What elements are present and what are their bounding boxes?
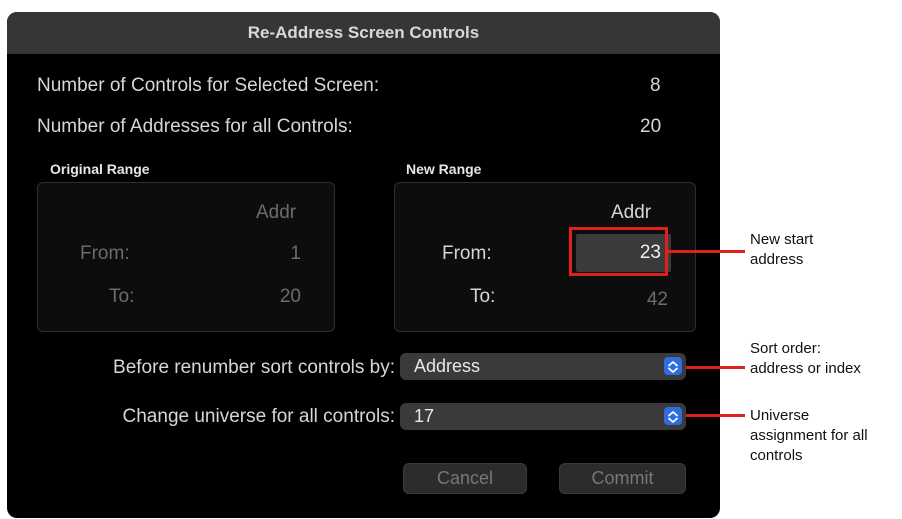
controls-count-label: Number of Controls for Selected Screen: (37, 75, 380, 96)
annotation-sort-order: Sort order: address or index (750, 339, 861, 379)
sort-order-select[interactable]: Address (400, 353, 686, 380)
addresses-count-value: 20 (640, 116, 662, 137)
chevron-up-down-icon[interactable] (664, 407, 682, 425)
sort-order-value: Address (414, 356, 481, 376)
cancel-button[interactable]: Cancel (403, 463, 527, 494)
original-range-box: Addr From: 1 To: 20 (37, 182, 335, 332)
annotation-line: New start (750, 231, 814, 248)
callout-line-sort (686, 366, 745, 369)
universe-select[interactable]: 17 (400, 403, 686, 430)
annotation-line: address (750, 251, 804, 268)
original-range-title: Original Range (50, 161, 150, 177)
annotation-universe: Universe assignment for all controls (750, 406, 868, 466)
sort-label: Before renumber sort controls by: (113, 357, 395, 378)
annotation-start-address: New start address (750, 230, 813, 270)
callout-line-start (667, 250, 745, 253)
addresses-count-label: Number of Addresses for all Controls: (37, 116, 353, 137)
original-addr-header: Addr (256, 202, 297, 223)
chevron-up-down-icon[interactable] (664, 357, 682, 375)
annotation-line: Sort order: (750, 340, 821, 357)
annotation-line: Universe (750, 407, 810, 424)
original-to-label: To: (109, 286, 135, 307)
universe-value: 17 (414, 406, 435, 426)
annotation-line: address or index (750, 360, 861, 377)
dialog-title: Re-Address Screen Controls (7, 12, 720, 54)
new-addr-header: Addr (611, 202, 652, 223)
controls-count-value: 8 (650, 75, 661, 96)
commit-button[interactable]: Commit (559, 463, 686, 494)
callout-line-universe (686, 414, 745, 417)
original-from-label: From: (80, 243, 130, 264)
new-to-label: To: (470, 286, 496, 307)
universe-label: Change universe for all controls: (122, 406, 395, 427)
annotation-line: assignment for all (750, 427, 868, 444)
new-range-title: New Range (406, 161, 482, 177)
new-from-label: From: (442, 243, 492, 264)
annotation-line: controls (750, 447, 803, 464)
start-address-highlight (569, 227, 668, 276)
original-to-value: 20 (279, 286, 301, 307)
new-to-value: 42 (646, 289, 668, 310)
original-from-value: 1 (290, 243, 301, 264)
